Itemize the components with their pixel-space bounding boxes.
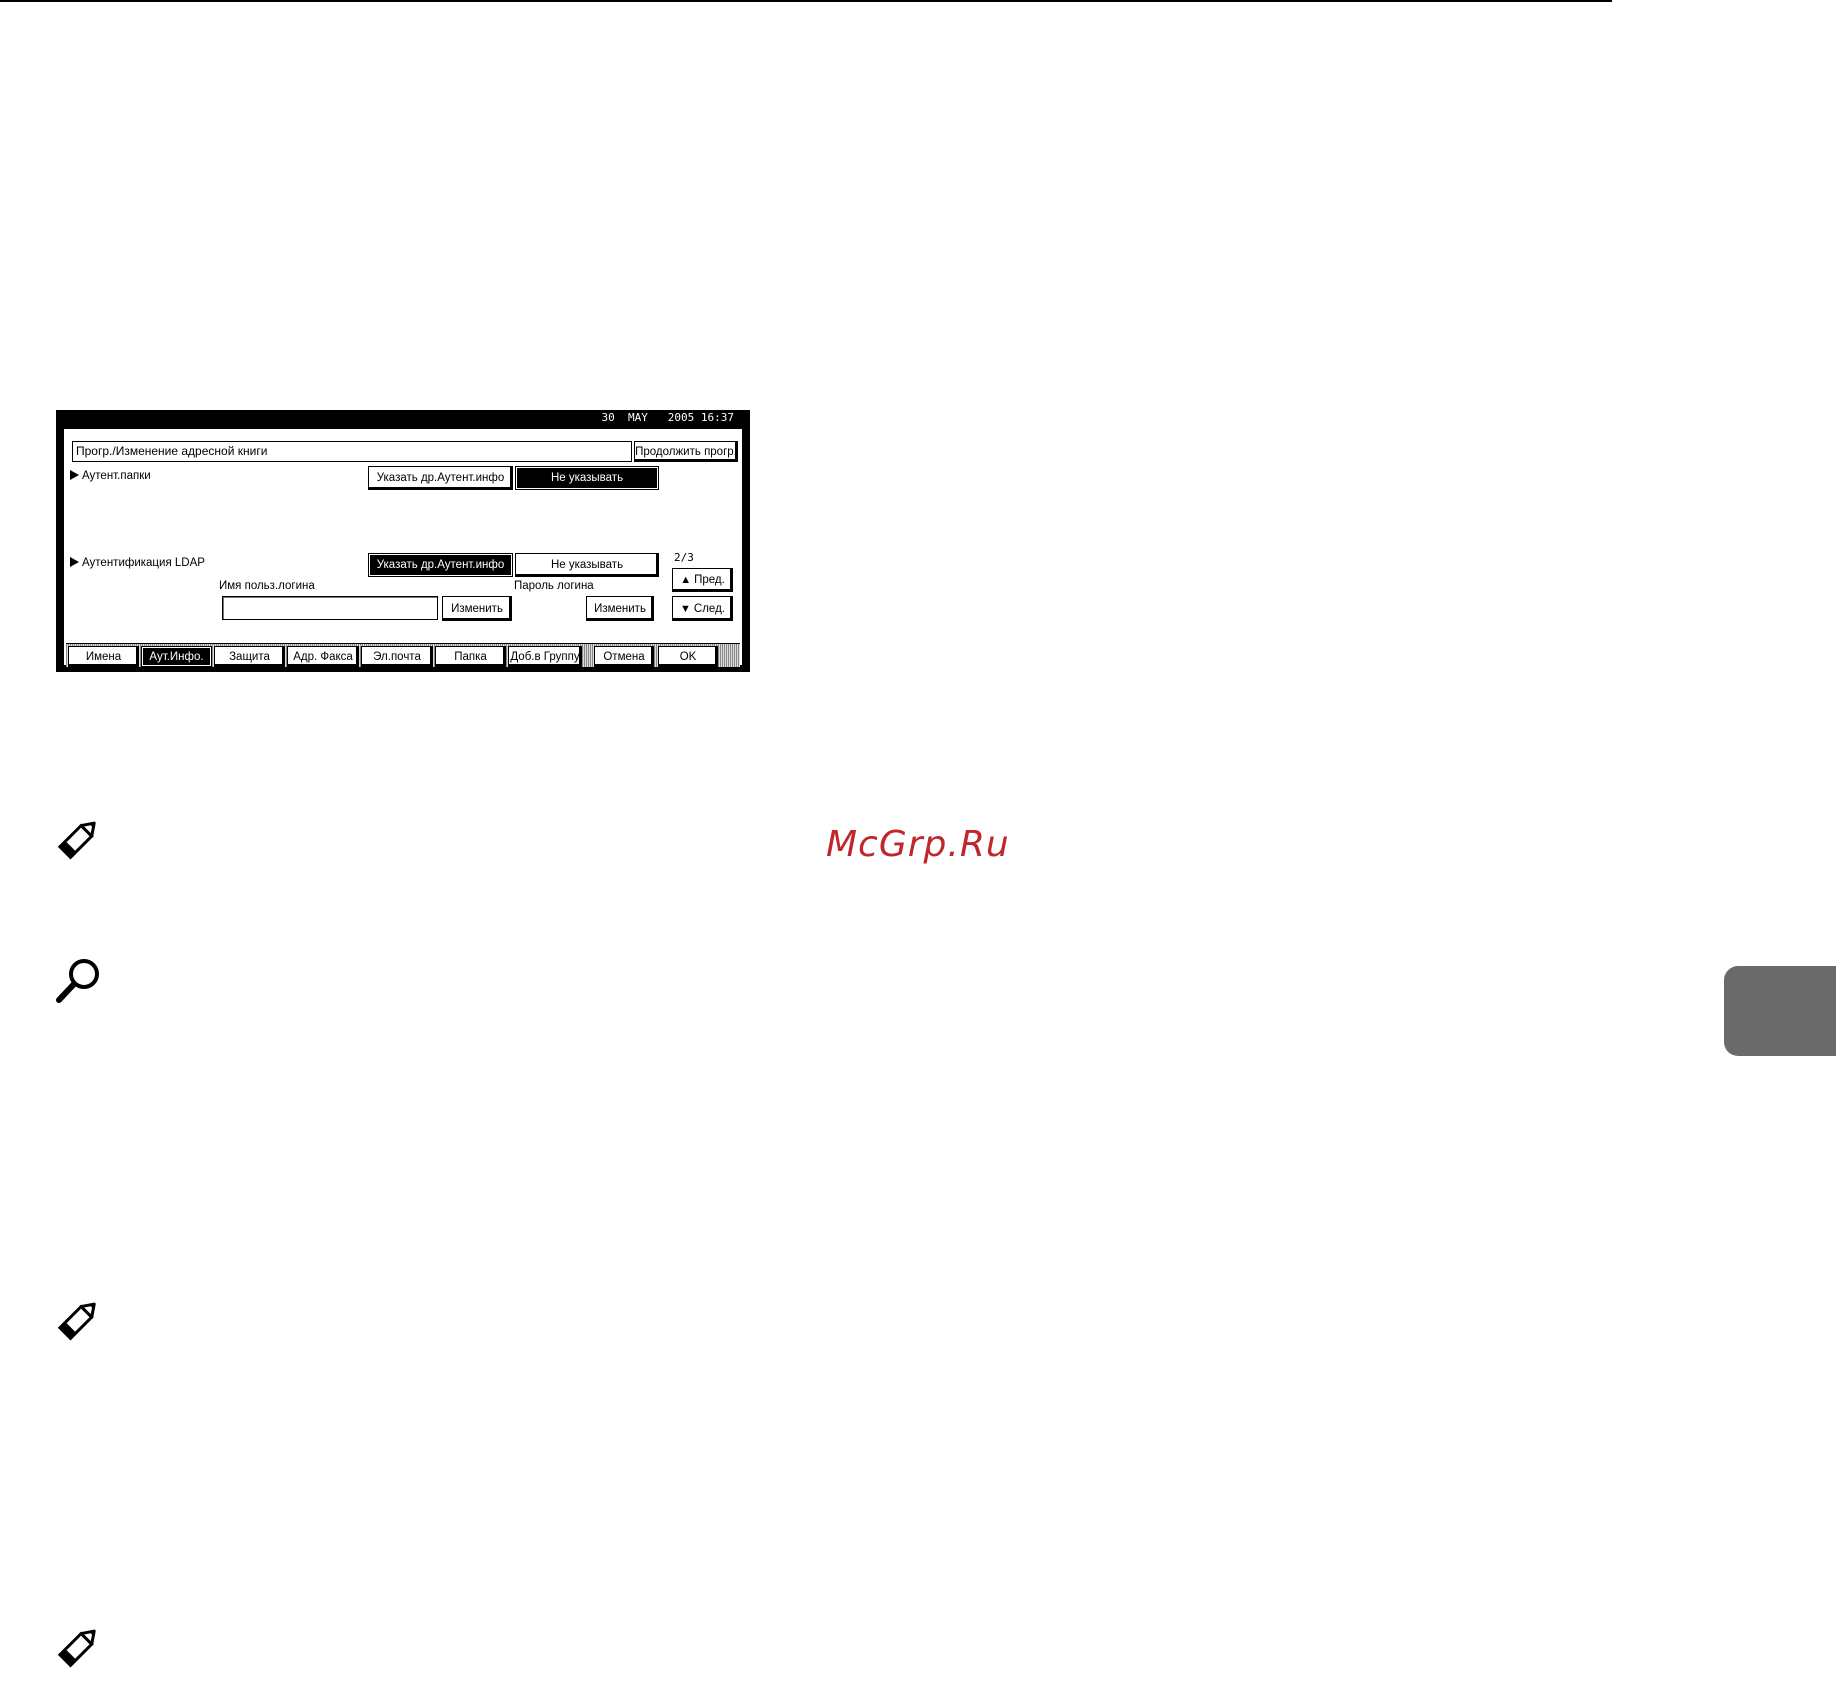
chapter-side-tab bbox=[1724, 966, 1836, 1056]
prev-page-label: Пред. bbox=[694, 574, 725, 586]
tab-auth-info[interactable]: Аут.Инфо. bbox=[141, 646, 212, 667]
watermark: McGrp.Ru bbox=[826, 824, 1010, 865]
continue-programming-button[interactable]: Продолжить прогр. bbox=[634, 441, 738, 462]
page-indicator: 2/3 bbox=[674, 551, 694, 564]
tab-names[interactable]: Имена bbox=[68, 646, 139, 667]
folder-auth-row: Аутент.папки bbox=[70, 470, 151, 482]
folder-auth-dont-specify-button[interactable]: Не указывать bbox=[515, 466, 659, 490]
ldap-auth-label: Аутентификация LDAP bbox=[82, 557, 205, 569]
prev-page-button[interactable]: ▲ Пред. bbox=[672, 568, 733, 592]
page-title: Прогр./Изменение адресной книги bbox=[72, 441, 632, 462]
tab-add-to-group[interactable]: Доб.в Группу bbox=[508, 646, 582, 667]
login-username-change-button[interactable]: Изменить bbox=[442, 596, 512, 621]
triangle-down-icon: ▼ bbox=[680, 602, 691, 615]
next-page-label: След. bbox=[693, 602, 725, 615]
triangle-right-icon bbox=[70, 557, 79, 567]
login-username-field[interactable] bbox=[222, 596, 438, 620]
note-pencil-icon bbox=[57, 1629, 96, 1668]
login-password-label: Пароль логина bbox=[514, 580, 594, 592]
device-screen: 30 MAY 2005 16:37 Прогр./Изменение адрес… bbox=[56, 410, 750, 672]
tab-fax-address[interactable]: Адр. Факса bbox=[287, 646, 359, 667]
folder-auth-label: Аутент.папки bbox=[82, 470, 151, 482]
category-tab-bar: Имена Аут.Инфо. Защита Адр. Факса Эл.поч… bbox=[66, 643, 740, 667]
login-username-label: Имя польз.логина bbox=[219, 580, 315, 592]
top-rule bbox=[0, 0, 1612, 2]
triangle-right-icon bbox=[70, 470, 79, 480]
note-pencil-icon bbox=[57, 821, 96, 860]
address-book-panel: Прогр./Изменение адресной книги Продолжи… bbox=[62, 427, 744, 667]
folder-auth-specify-button[interactable]: Указать др.Аутент.инфо bbox=[368, 466, 513, 490]
cancel-button[interactable]: Отмена bbox=[594, 646, 654, 667]
reference-magnifier-icon bbox=[56, 959, 99, 1003]
login-password-change-button[interactable]: Изменить bbox=[586, 596, 654, 621]
note-pencil-icon bbox=[57, 1302, 96, 1341]
tab-folder[interactable]: Папка bbox=[435, 646, 506, 667]
ok-button[interactable]: OK bbox=[658, 646, 718, 667]
tab-protection[interactable]: Защита bbox=[214, 646, 285, 667]
next-page-button[interactable]: ▼ След. bbox=[672, 596, 733, 621]
ldap-auth-specify-button[interactable]: Указать др.Аутент.инфо bbox=[368, 553, 513, 577]
ldap-auth-dont-specify-button[interactable]: Не указывать bbox=[515, 553, 659, 577]
status-datetime: 30 MAY 2005 16:37 bbox=[601, 411, 734, 424]
triangle-up-icon: ▲ bbox=[680, 574, 692, 586]
ldap-auth-row: Аутентификация LDAP bbox=[70, 557, 205, 569]
tab-email[interactable]: Эл.почта bbox=[361, 646, 433, 667]
